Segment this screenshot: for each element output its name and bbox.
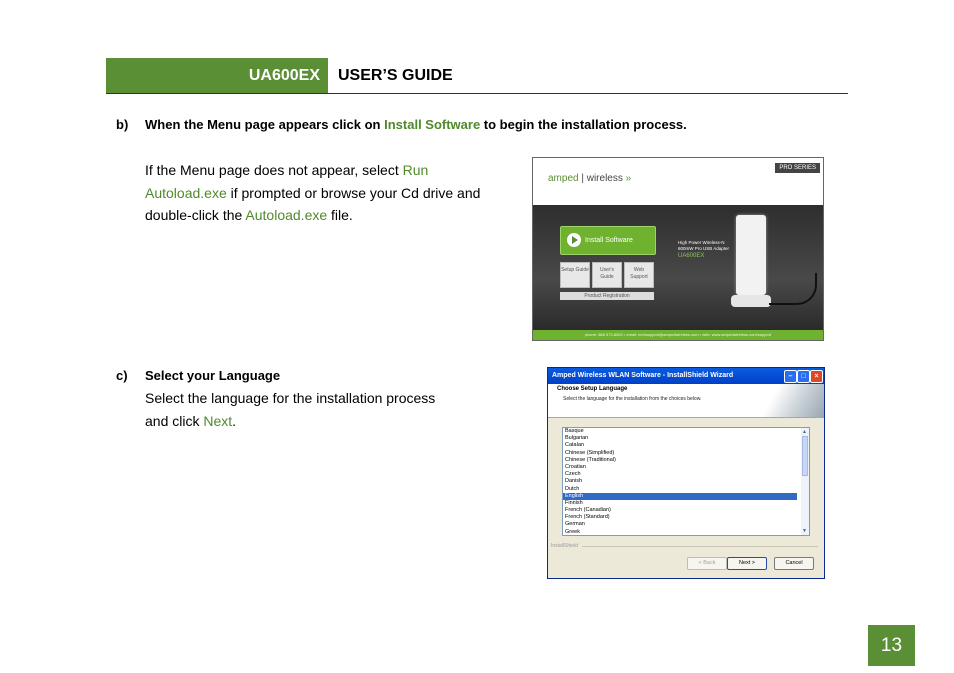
next-button[interactable]: Next > (727, 557, 767, 570)
users-guide-button[interactable]: User's Guide (592, 262, 622, 288)
signal-icon: » (625, 173, 632, 184)
step-c-paragraph: Select the language for the installation… (145, 387, 475, 432)
model-name: UA600EX (248, 67, 320, 84)
menu-screenshot: amped | wireless » PRO SERIES Install So… (532, 157, 824, 341)
step-c-marker: c) (116, 368, 128, 383)
next-link: Next (203, 412, 233, 429)
language-option[interactable]: Chinese (Traditional) (563, 457, 797, 464)
wizard-title: Amped Wireless WLAN Software - InstallSh… (552, 372, 734, 379)
menu-footer: phone: 888 573-8820 • email: techsupport… (533, 330, 823, 340)
close-icon[interactable]: × (810, 370, 823, 383)
wizard-subheading: Select the language for the installation… (563, 396, 702, 402)
amped-logo: amped | wireless » (548, 173, 632, 184)
installshield-wizard-screenshot: Amped Wireless WLAN Software - InstallSh… (547, 367, 825, 579)
wizard-title-bar: Amped Wireless WLAN Software - InstallSh… (548, 368, 824, 384)
scrollbar-thumb[interactable] (802, 436, 808, 476)
cancel-button[interactable]: Cancel (774, 557, 814, 570)
language-option[interactable]: Finnish (563, 500, 797, 507)
language-option[interactable]: English (563, 492, 797, 500)
paragraph-text: . (232, 412, 237, 429)
web-support-button[interactable]: Web Support (624, 262, 654, 288)
step-b-text-end: to begin the installation process. (480, 117, 687, 132)
product-registration-button[interactable]: Product Registration (560, 292, 654, 300)
step-b-text: When the Menu page appears click on (145, 117, 385, 132)
language-listbox[interactable]: Basque Bulgarian Catalan Chinese (Simplifie… (562, 427, 810, 536)
paragraph-text: file. (327, 207, 353, 223)
paragraph-text: and click (145, 412, 204, 429)
language-option[interactable]: Greek (563, 529, 797, 535)
install-software-link: Install Software (384, 117, 481, 132)
minimize-icon[interactable]: – (784, 370, 797, 383)
back-button[interactable]: < Back (687, 557, 727, 570)
wizard-header-art (764, 384, 824, 417)
brand-divider (582, 546, 818, 547)
product-model: UA600EX (678, 253, 705, 259)
product-description: High Power Wireless-N 600mW Pro USB Adapt… (678, 240, 729, 252)
paragraph-text: If the Menu page does not appear, select (145, 162, 403, 178)
usb-adapter-image (736, 215, 766, 295)
usb-cable-image (769, 273, 817, 305)
paragraph-line: and click Next. (145, 410, 475, 433)
language-option[interactable]: Croatian (563, 464, 797, 471)
language-option[interactable]: Czech (563, 471, 797, 478)
language-option[interactable]: Danish (563, 478, 797, 485)
paragraph-line: Select the language for the installation… (145, 390, 436, 406)
logo-text: amped (548, 173, 579, 184)
language-option[interactable]: Basque (563, 428, 797, 435)
product-line: 600mW Pro USB Adapter (678, 246, 730, 251)
step-c-heading: Select your Language (145, 368, 281, 383)
installshield-brand: InstallShield (551, 543, 578, 549)
language-option[interactable]: Chinese (Simplified) (563, 450, 797, 457)
page-number: 13 (868, 625, 915, 666)
language-option[interactable]: Bulgarian (563, 435, 797, 442)
adapter-stand-image (731, 295, 771, 307)
install-software-label: Install Software (585, 237, 633, 244)
wizard-header: Choose Setup Language Select the languag… (548, 384, 824, 417)
language-option[interactable]: French (Canadian) (563, 507, 797, 514)
install-software-button[interactable]: Install Software (560, 226, 656, 255)
logo-text: wireless (586, 173, 623, 184)
pro-series-badge: PRO SERIES (775, 163, 820, 173)
setup-guide-button[interactable]: Setup Guide (560, 262, 590, 288)
language-option[interactable]: German (563, 521, 797, 528)
guide-title: USER’S GUIDE (338, 67, 453, 84)
step-b-paragraph: If the Menu page does not appear, select… (145, 159, 505, 227)
header-rule (106, 93, 848, 94)
step-b-marker: b) (116, 117, 129, 132)
wizard-heading: Choose Setup Language (557, 386, 628, 392)
maximize-icon[interactable]: □ (797, 370, 810, 383)
language-option[interactable]: French (Standard) (563, 514, 797, 521)
autoload-link: Autoload.exe (245, 207, 328, 223)
language-option[interactable]: Catalan (563, 442, 797, 449)
wizard-divider (548, 417, 824, 418)
play-icon (567, 233, 581, 247)
language-option[interactable]: Dutch (563, 486, 797, 493)
step-b-heading: When the Menu page appears click on Inst… (145, 117, 687, 132)
